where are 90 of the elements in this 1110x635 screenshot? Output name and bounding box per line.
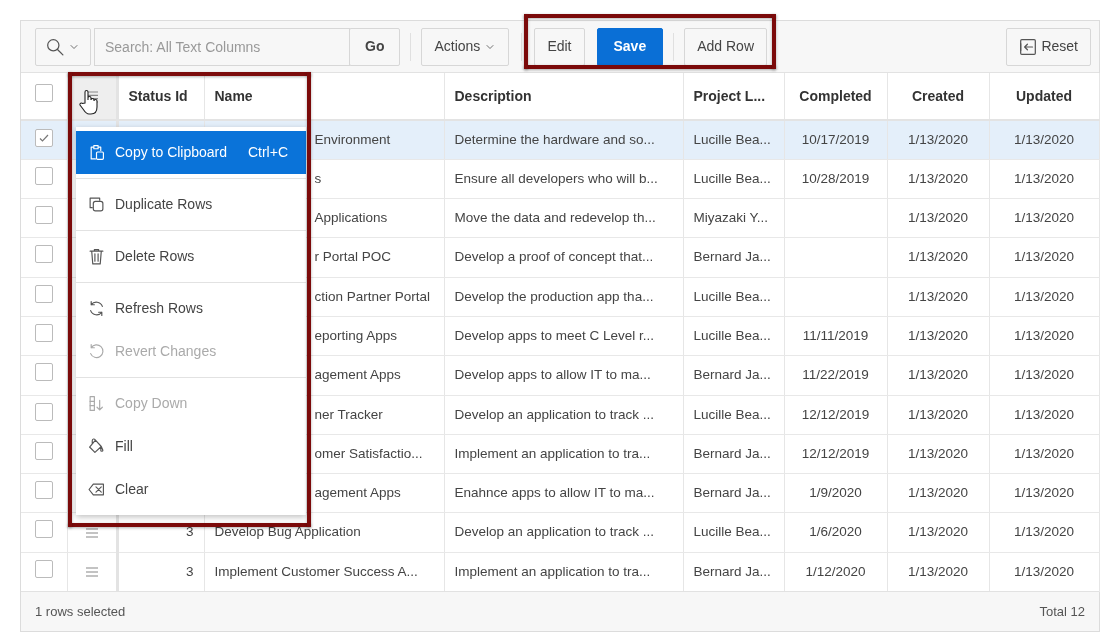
table-cell: 1/13/2020: [887, 198, 989, 238]
table-cell: 11/22/2019: [784, 355, 887, 396]
refresh-icon: [88, 300, 105, 317]
reset-icon: [1019, 37, 1038, 56]
table-cell: 1/13/2020: [887, 512, 989, 553]
reset-button[interactable]: Reset: [1006, 27, 1091, 66]
table-cell: Implement an application to tra...: [444, 434, 683, 474]
table-cell: Move the data and redevelop th...: [444, 198, 683, 238]
table-cell: 1/13/2020: [887, 434, 989, 474]
table-cell: Develop an application to track ...: [444, 395, 683, 435]
table-cell: 1/13/2020: [989, 434, 1099, 474]
table-cell: Develop an application to track ...: [444, 512, 683, 553]
row-checkbox[interactable]: [34, 520, 53, 539]
copy-down-icon: [88, 395, 105, 412]
hand-cursor-icon: [79, 89, 99, 115]
table-cell: 1/13/2020: [887, 237, 989, 278]
search-field[interactable]: Search: All Text Columns: [94, 27, 350, 66]
row-checkbox[interactable]: [34, 166, 53, 185]
edit-button[interactable]: Edit: [534, 27, 585, 66]
shortcut-label: Ctrl+C: [247, 143, 289, 162]
total-count: Total 12: [1039, 602, 1085, 621]
table-cell: Bernard Ja...: [683, 434, 784, 474]
table-cell: Determine the hardware and so...: [444, 120, 683, 160]
table-cell: Lucille Bea...: [683, 277, 784, 317]
table-cell: 1/13/2020: [887, 316, 989, 356]
table-cell: Lucille Bea...: [683, 159, 784, 199]
table-cell: 1/13/2020: [989, 512, 1099, 553]
table-cell: Lucille Bea...: [683, 316, 784, 356]
row-checkbox[interactable]: [34, 206, 53, 225]
row-checkbox[interactable]: [34, 324, 53, 342]
search-icon: [46, 37, 64, 56]
row-checkbox[interactable]: [34, 363, 53, 382]
row-checkbox[interactable]: [34, 441, 53, 460]
table-cell: 1/13/2020: [887, 473, 989, 513]
table-cell: 10/17/2019: [784, 120, 887, 160]
undo-icon: [88, 343, 105, 360]
table-cell: Enahnce apps to allow IT to ma...: [444, 473, 683, 513]
selection-status: 1 rows selected: [35, 602, 126, 621]
table-cell: Lucille Bea...: [683, 395, 784, 435]
trash-icon: [88, 248, 105, 265]
table-cell: Ensure all developers who will b...: [444, 159, 683, 199]
actions-menu-button[interactable]: Actions: [421, 27, 510, 66]
menu-item[interactable]: Copy to Clipboard Ctrl+C: [76, 131, 306, 174]
table-cell: 1/13/2020: [989, 237, 1099, 278]
table-cell: 12/12/2019: [784, 395, 887, 435]
table-cell: Develop apps to allow IT to ma...: [444, 355, 683, 396]
clipboard-icon: [88, 144, 105, 161]
table-cell: 12/12/2019: [784, 434, 887, 474]
table-cell: 1/13/2020: [989, 198, 1099, 238]
table-cell: 1/13/2020: [989, 316, 1099, 356]
row-checkbox[interactable]: [34, 481, 53, 500]
table-cell: 1/13/2020: [989, 159, 1099, 199]
table-cell: 1/13/2020: [887, 120, 989, 160]
table-cell: Develop the production app tha...: [444, 277, 683, 317]
duplicate-icon: [88, 196, 105, 213]
table-cell: Lucille Bea...: [683, 120, 784, 160]
row-checkbox[interactable]: [34, 129, 53, 148]
search-options-button[interactable]: [35, 27, 91, 66]
table-cell: 10/28/2019: [784, 159, 887, 199]
go-button[interactable]: Go: [349, 27, 401, 66]
table-cell: Bernard Ja...: [683, 473, 784, 513]
table-cell: Lucille Bea...: [683, 512, 784, 553]
table-cell: Develop apps to meet C Level r...: [444, 316, 683, 356]
table-cell: Miyazaki Y...: [683, 198, 784, 238]
table-cell: 1/13/2020: [989, 395, 1099, 435]
table-cell: 1/13/2020: [887, 395, 989, 435]
table-cell: 1/13/2020: [887, 355, 989, 396]
table-cell: 1/13/2020: [989, 120, 1099, 160]
table-cell: Bernard Ja...: [683, 237, 784, 278]
row-checkbox[interactable]: [34, 245, 53, 264]
table-cell: 1/13/2020: [989, 473, 1099, 513]
table-cell: 1/13/2020: [989, 277, 1099, 317]
table-cell: 1/13/2020: [887, 277, 989, 317]
add-row-button[interactable]: Add Row: [684, 27, 767, 66]
row-checkbox[interactable]: [34, 402, 53, 421]
table-cell: 1/9/2020: [784, 473, 887, 513]
row-checkbox[interactable]: [34, 559, 53, 578]
table-cell: Develop a proof of concept that...: [444, 237, 683, 278]
checkmark-icon: [37, 132, 50, 145]
table-cell: 11/11/2019: [784, 316, 887, 356]
table-cell: 1/13/2020: [989, 355, 1099, 396]
row-checkbox[interactable]: [34, 284, 53, 303]
table-cell: Bernard Ja...: [683, 355, 784, 396]
row-menu-icon[interactable]: [84, 526, 99, 539]
clear-icon: [88, 481, 105, 498]
save-button[interactable]: Save: [596, 27, 664, 66]
paint-bucket-icon: [88, 438, 105, 455]
table-cell: 1/6/2020: [784, 512, 887, 553]
table-cell: 1/13/2020: [887, 159, 989, 199]
select-all-checkbox[interactable]: [34, 84, 53, 102]
